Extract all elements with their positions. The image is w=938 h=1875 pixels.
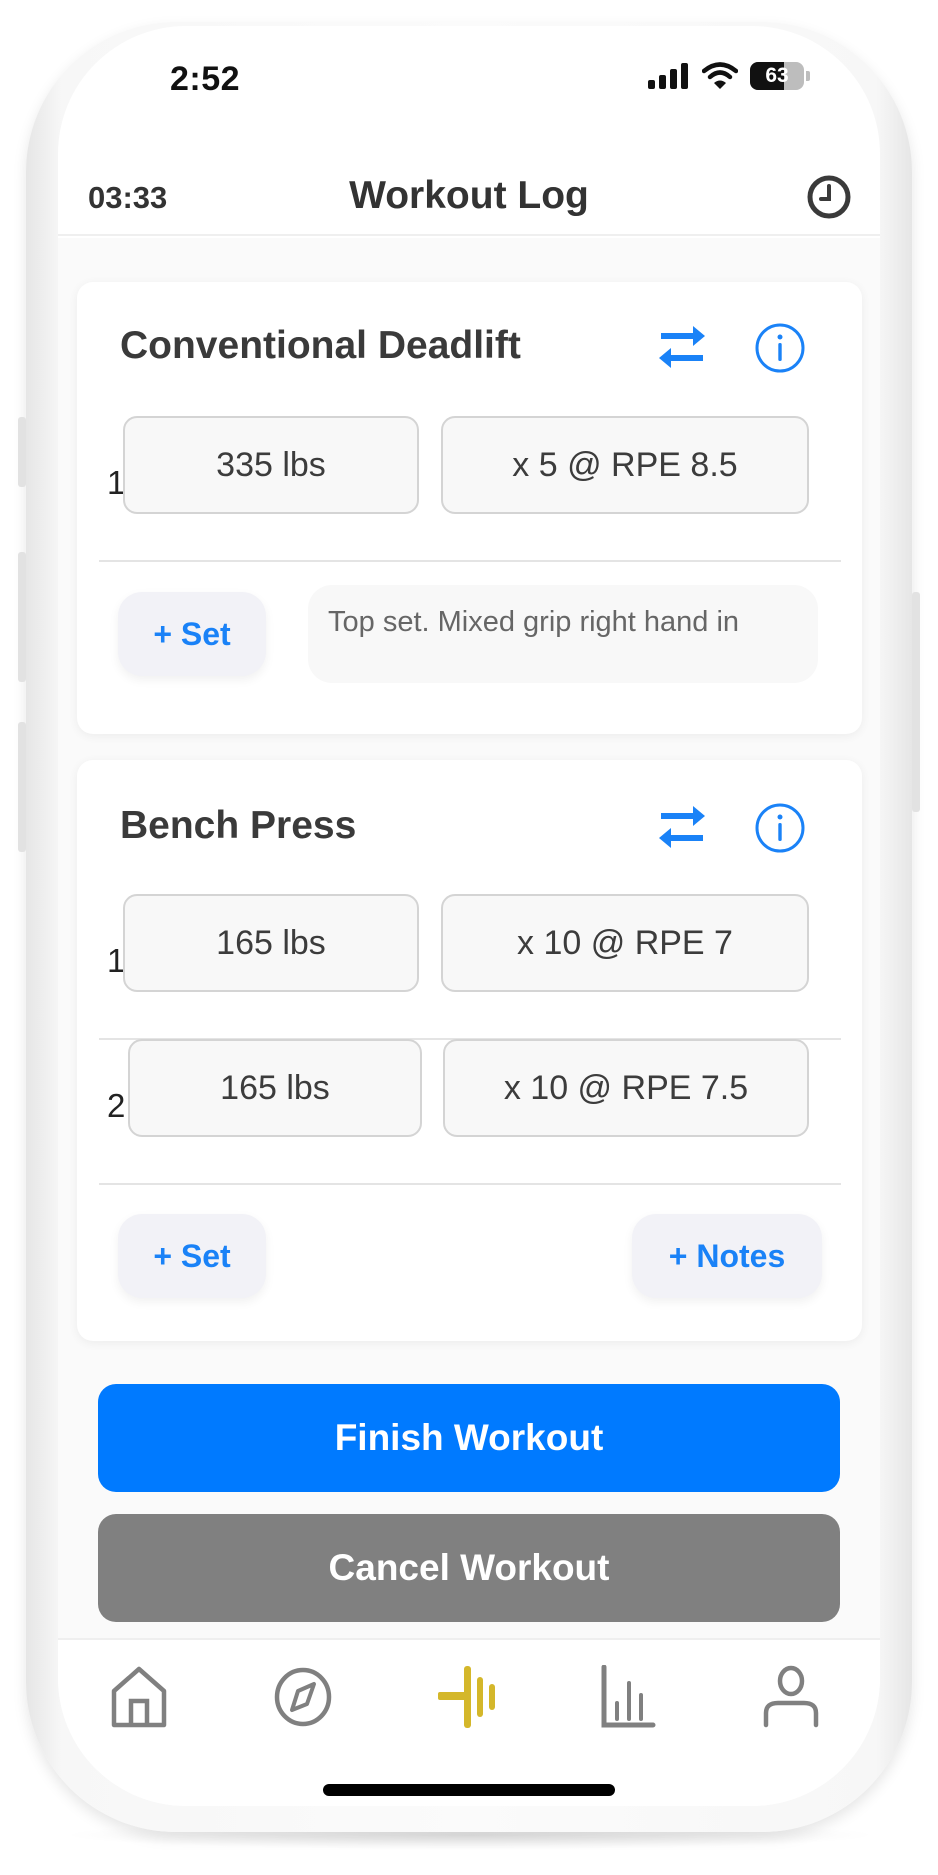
battery-percent: 63 <box>765 64 789 87</box>
exercise-info-button[interactable] <box>754 802 806 854</box>
clock-icon <box>807 175 851 219</box>
swap-arrows-icon <box>659 326 705 368</box>
notes-field[interactable]: Top set. Mixed grip right hand in <box>308 585 818 683</box>
mute-switch <box>18 417 26 487</box>
tab-stats[interactable] <box>593 1662 663 1732</box>
barbell-icon <box>438 1666 495 1728</box>
weight-field[interactable]: 165 lbs <box>128 1039 422 1137</box>
info-icon <box>755 803 805 853</box>
exercise-info-button[interactable] <box>754 322 806 374</box>
tab-profile[interactable] <box>756 1662 826 1732</box>
weight-field[interactable]: 165 lbs <box>123 894 419 992</box>
volume-up-button <box>18 552 26 682</box>
weight-field[interactable]: 335 lbs <box>123 416 419 514</box>
home-indicator[interactable] <box>323 1784 615 1796</box>
finish-workout-button[interactable]: Finish Workout <box>98 1384 840 1492</box>
exercise-card: Conventional Deadlift 1 335 lbs x 5 @ RP… <box>77 282 862 734</box>
workout-scroll-area[interactable]: Conventional Deadlift 1 335 lbs x 5 @ RP… <box>58 238 880 1638</box>
bar-chart-icon <box>601 1665 656 1728</box>
tab-workout[interactable] <box>434 1662 504 1732</box>
tab-bar <box>58 1638 880 1806</box>
cellular-signal-icon <box>648 63 688 89</box>
person-icon <box>763 1665 819 1728</box>
set-row: 2 165 lbs x 10 @ RPE 7.5 <box>99 1039 841 1185</box>
add-set-button[interactable]: + Set <box>118 592 266 676</box>
status-time: 2:52 <box>170 60 241 98</box>
exercise-name: Bench Press <box>120 804 357 847</box>
phone-screen: 2:52 63 03:33 Workout Log Conventional D… <box>58 26 880 1806</box>
history-button[interactable] <box>806 174 852 220</box>
tab-explore[interactable] <box>268 1662 338 1732</box>
swap-exercise-button[interactable] <box>657 324 707 370</box>
wifi-icon <box>702 62 738 89</box>
battery-icon: 63 <box>750 62 804 90</box>
compass-icon <box>274 1667 332 1727</box>
reps-rpe-field[interactable]: x 5 @ RPE 8.5 <box>441 416 809 514</box>
page-title: Workout Log <box>349 174 589 217</box>
cancel-workout-button[interactable]: Cancel Workout <box>98 1514 840 1622</box>
nav-header: 03:33 Workout Log <box>58 156 880 236</box>
add-set-button[interactable]: + Set <box>118 1214 266 1298</box>
exercise-name: Conventional Deadlift <box>120 324 521 367</box>
tab-home[interactable] <box>104 1662 174 1732</box>
home-icon <box>111 1666 167 1728</box>
set-row: 1 165 lbs x 10 @ RPE 7 <box>99 894 841 1040</box>
reps-rpe-field[interactable]: x 10 @ RPE 7 <box>441 894 809 992</box>
power-button <box>912 592 920 812</box>
reps-rpe-field[interactable]: x 10 @ RPE 7.5 <box>443 1039 809 1137</box>
set-row: 1 335 lbs x 5 @ RPE 8.5 <box>99 416 841 562</box>
add-notes-button[interactable]: + Notes <box>632 1214 822 1298</box>
info-icon <box>755 323 805 373</box>
status-icons: 63 <box>648 62 810 90</box>
volume-down-button <box>18 722 26 852</box>
swap-arrows-icon <box>659 806 705 848</box>
set-number: 2 <box>107 1087 126 1124</box>
exercise-card: Bench Press 1 165 lbs x 10 @ RPE 7 2 165… <box>77 760 862 1341</box>
swap-exercise-button[interactable] <box>657 804 707 850</box>
battery-cap <box>806 71 810 81</box>
